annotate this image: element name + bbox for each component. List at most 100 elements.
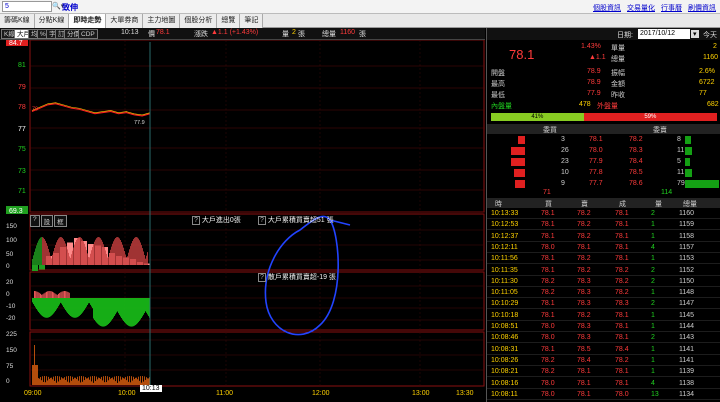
- volume-bars: [32, 345, 150, 385]
- chart-mode-button[interactable]: CDP: [78, 29, 98, 39]
- retail-bar: [53, 298, 54, 314]
- volume-bar: [33, 365, 34, 385]
- retail-bar: [41, 294, 43, 298]
- tick-cell: 78.1: [615, 255, 629, 263]
- indicator-bar: [32, 265, 38, 271]
- change-percent: 1.43%: [581, 43, 601, 50]
- indicator-bar: [56, 242, 57, 265]
- indicator-setting-button[interactable]: 框: [54, 215, 67, 227]
- tick-row: 10:08:51 78.0 78.3 78.1 1 1144: [487, 321, 720, 332]
- retail-bar: [125, 298, 126, 324]
- indicator-bar: [40, 237, 41, 265]
- volume-bar: [96, 376, 97, 385]
- indicator-bar: [107, 257, 108, 265]
- retail-bar: [115, 298, 116, 315]
- ask-total: 114: [661, 189, 673, 196]
- help-icon[interactable]: ?: [258, 273, 266, 282]
- tick-cell: 78.1: [541, 255, 555, 263]
- indicator-bar: [145, 258, 146, 265]
- today-button[interactable]: 今天: [703, 30, 717, 40]
- retail-bar: [64, 298, 65, 309]
- indicator-bar: [126, 258, 127, 265]
- book-bp: 77.8: [589, 169, 603, 176]
- help-icon[interactable]: ?: [192, 216, 200, 225]
- retail-bar: [42, 298, 43, 317]
- retail-bar: [105, 298, 106, 327]
- retail-bar: [32, 298, 33, 303]
- change-amount: ▲1.1: [589, 54, 606, 61]
- volume-bar: [61, 377, 62, 385]
- calendar-dropdown-icon[interactable]: ▾: [691, 30, 699, 38]
- retail-bar: [72, 298, 73, 318]
- book-bq: 3: [561, 136, 565, 143]
- tick-cell: 78.3: [577, 277, 591, 285]
- retail-bar: [106, 298, 107, 326]
- y-axis-label: 73: [18, 168, 26, 175]
- indicator-bar: [51, 258, 52, 265]
- tick-cell: 78.4: [577, 356, 591, 364]
- volume-bar: [115, 381, 116, 385]
- indicator-y-label: -10: [6, 303, 16, 310]
- tab-item[interactable]: 筆記: [240, 14, 264, 28]
- retail-bar: [99, 298, 100, 326]
- top-links: 個股資訊 交易量化 行事曆 刷價資訊: [587, 3, 716, 13]
- tab-item[interactable]: 主力地圖: [143, 14, 181, 28]
- total-label: 總量: [322, 31, 336, 38]
- retail-bar: [36, 291, 38, 298]
- indicator-bar: [130, 246, 131, 265]
- top-link[interactable]: 行事曆: [661, 5, 682, 12]
- tick-cell: 10:08:11: [491, 390, 518, 398]
- indicator-setting-button[interactable]: 設: [40, 215, 54, 227]
- intraday-chart[interactable]: 84.7 81 79 78 77 75 73 71 69.3 150 100 50 0 20 0 -10 -20…: [0, 40, 485, 402]
- volume-bar: [45, 382, 46, 385]
- retail-bar: [42, 294, 44, 298]
- retail-bar: [67, 298, 68, 313]
- indicator-bar: [72, 250, 73, 265]
- tick-cell: 10:11:05: [491, 289, 518, 297]
- retail-bar: [79, 298, 80, 316]
- tick-cell: 10:10:29: [491, 300, 519, 308]
- indicator-bar: [64, 241, 65, 265]
- tick-cell: 10:13:33: [491, 210, 519, 217]
- tick-cell: 1145: [679, 311, 695, 319]
- indicator-y-label: 50: [6, 251, 14, 258]
- indicator-bar: [105, 250, 106, 265]
- retail-bar: [118, 298, 119, 314]
- top-link[interactable]: 刷價資訊: [688, 5, 716, 12]
- tab-item[interactable]: 分點K線: [34, 14, 70, 28]
- tick-header: 時買賣成量總量: [487, 198, 720, 208]
- retail-bar: [55, 294, 57, 298]
- tick-row: 10:08:11 78.0 78.1 78.0 13 1134: [487, 389, 720, 400]
- indicator-bar: [139, 240, 140, 265]
- tick-cell: 78.1: [541, 210, 555, 217]
- indicator-setting-button[interactable]: ?: [30, 215, 40, 227]
- top-link[interactable]: 交易量化: [627, 5, 655, 12]
- symbol-input[interactable]: 5: [2, 1, 52, 12]
- indicator-bar: [89, 257, 90, 265]
- bid-depth-bar: [517, 136, 525, 144]
- indicator-bar: [138, 238, 139, 265]
- tab-item[interactable]: 個股分析: [180, 14, 218, 28]
- help-icon[interactable]: ?: [258, 216, 266, 225]
- vol-unit: 張: [298, 31, 305, 38]
- top-link[interactable]: 個股資訊: [593, 5, 621, 12]
- change-label: 漲跌: [194, 31, 208, 38]
- indicator-bar: [61, 237, 62, 265]
- tick-cell: 78.3: [577, 289, 591, 297]
- retail-bar: [49, 298, 50, 318]
- book-sq: 8: [677, 136, 681, 143]
- tab-item[interactable]: 大單券商: [106, 14, 144, 28]
- volume-bar: [125, 377, 126, 385]
- tick-list[interactable]: 10:13:33 78.1 78.2 78.1 2 1160 10:12:53 78.1 78.…: [487, 208, 720, 402]
- volume-bar: [101, 376, 102, 385]
- retail-bar: [53, 292, 55, 298]
- tab-item[interactable]: 即時走勢: [69, 14, 107, 28]
- tab-item[interactable]: 籌碼K線: [0, 14, 35, 28]
- tab-item[interactable]: 總覽: [217, 14, 241, 28]
- retail-bar: [56, 294, 58, 298]
- date-input[interactable]: 2017/10/12: [638, 29, 690, 39]
- indicator-bar: [144, 254, 145, 265]
- retail-bar: [44, 292, 46, 298]
- retail-bar: [89, 298, 90, 304]
- x-axis-label: 10:00: [118, 390, 136, 397]
